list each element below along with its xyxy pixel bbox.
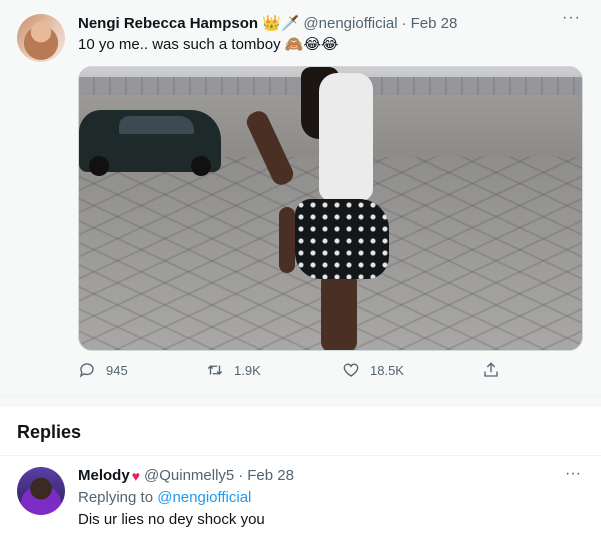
- person-shorts: [295, 199, 389, 279]
- retweet-button[interactable]: 1.9K: [206, 361, 261, 379]
- car-wheel: [89, 156, 109, 176]
- replying-to-label: Replying to: [78, 489, 158, 506]
- reply-author-avatar[interactable]: [17, 467, 65, 515]
- photo-car: [79, 110, 221, 176]
- retweet-count: 1.9K: [234, 362, 261, 378]
- replying-to-handle-link[interactable]: @nengiofficial: [157, 489, 251, 506]
- share-button[interactable]: [482, 361, 510, 379]
- main-tweet[interactable]: Nengi Rebecca Hampson 👑🗡️ @nengiofficial…: [0, 0, 601, 395]
- tweet-header: Nengi Rebecca Hampson 👑🗡️ @nengiofficial…: [78, 13, 457, 33]
- reply-text: Dis ur lies no dey shock you: [78, 511, 265, 528]
- tweet-actions: 945 1.9K 18.5K: [78, 361, 498, 385]
- person-shirt: [319, 73, 373, 201]
- car-wheel: [191, 156, 211, 176]
- reply-date[interactable]: Feb 28: [247, 467, 294, 484]
- author-avatar[interactable]: [17, 14, 65, 62]
- replies-title: Replies: [17, 422, 82, 442]
- tweet-text: 10 yo me.. was such a tomboy 🙈😂😂: [78, 36, 339, 53]
- replies-header: Replies: [0, 407, 601, 456]
- reply-count: 945: [106, 362, 128, 378]
- reply-header: Melody ♥ @Quinmelly5 · Feb 28: [78, 467, 294, 484]
- heart-icon: ♥: [131, 467, 140, 484]
- like-button[interactable]: 18.5K: [342, 361, 404, 379]
- person-arm: [279, 207, 295, 273]
- tweet-photo[interactable]: [78, 66, 583, 351]
- reply-author-handle[interactable]: @Quinmelly5: [144, 467, 234, 484]
- like-count: 18.5K: [370, 362, 404, 378]
- photo-person: [243, 67, 399, 350]
- more-icon[interactable]: ···: [562, 9, 581, 27]
- reply-button[interactable]: 945: [78, 361, 128, 379]
- reply-tweet[interactable]: Melody ♥ @Quinmelly5 · Feb 28 ··· Replyi…: [0, 456, 601, 540]
- author-badge-emoji: 👑🗡️: [262, 15, 300, 32]
- author-name[interactable]: Nengi Rebecca Hampson: [78, 15, 258, 32]
- more-icon[interactable]: ···: [565, 465, 581, 483]
- author-handle[interactable]: @nengiofficial: [303, 15, 397, 32]
- person-leg: [321, 272, 357, 350]
- replying-to-line: Replying to @nengiofficial: [78, 489, 251, 506]
- tweet-date[interactable]: Feb 28: [411, 15, 458, 32]
- reply-icon: [79, 363, 94, 378]
- share-icon: [484, 362, 498, 377]
- reply-author-name[interactable]: Melody: [78, 467, 130, 484]
- like-icon: [343, 363, 359, 377]
- retweet-icon: [207, 365, 223, 375]
- separator-dot: ·: [401, 14, 407, 32]
- separator-dot: ·: [238, 467, 244, 484]
- section-divider: [0, 395, 601, 407]
- car-window: [119, 116, 194, 134]
